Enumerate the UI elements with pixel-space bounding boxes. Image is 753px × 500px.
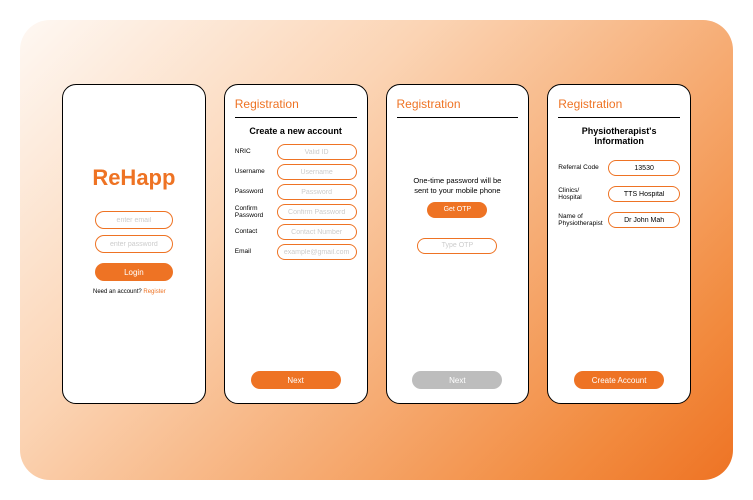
need-account-text: Need an account? Register: [93, 289, 166, 295]
field-row-clinic: Clinics/ Hospital: [558, 186, 680, 202]
create-account-button[interactable]: Create Account: [574, 371, 664, 389]
field-row-username: Username: [235, 164, 357, 180]
field-row-contact: Contact: [235, 224, 357, 240]
page-subheading: Physiotherapist's Information: [558, 126, 680, 146]
field-row-physio: Name of Physiotherapist: [558, 212, 680, 228]
screen-registration-3: Registration Physiotherapist's Informati…: [547, 84, 691, 404]
page-heading: Registration: [558, 97, 680, 118]
reg-email-input[interactable]: [277, 244, 357, 260]
register-link[interactable]: Register: [143, 289, 165, 295]
label-physio: Name of Physiotherapist: [558, 213, 604, 227]
field-row-confirm: Confirm Password: [235, 204, 357, 220]
label-password: Password: [235, 188, 273, 195]
field-row-password: Password: [235, 184, 357, 200]
app-title: ReHapp: [92, 165, 175, 191]
otp-info-text: One-time password will be sent to your m…: [397, 176, 519, 196]
label-referral: Referral Code: [558, 164, 604, 171]
label-username: Username: [235, 168, 273, 175]
otp-input[interactable]: [417, 238, 497, 254]
page-subheading: Create a new account: [235, 126, 357, 136]
page-heading: Registration: [397, 97, 519, 118]
username-input[interactable]: [277, 164, 357, 180]
label-clinic: Clinics/ Hospital: [558, 187, 604, 201]
screen-registration-2: Registration One-time password will be s…: [386, 84, 530, 404]
reg-password-input[interactable]: [277, 184, 357, 200]
physio-name-input[interactable]: [608, 212, 680, 228]
login-button[interactable]: Login: [95, 263, 173, 281]
page-heading: Registration: [235, 97, 357, 118]
label-confirm: Confirm Password: [235, 205, 273, 219]
password-input[interactable]: [95, 235, 173, 253]
clinic-input[interactable]: [608, 186, 680, 202]
referral-input[interactable]: [608, 160, 680, 176]
confirm-password-input[interactable]: [277, 204, 357, 220]
next-button-disabled: Next: [412, 371, 502, 389]
get-otp-button[interactable]: Get OTP: [427, 202, 487, 218]
mockup-canvas: ReHapp Login Need an account? Register R…: [20, 20, 733, 480]
field-row-nric: NRIC: [235, 144, 357, 160]
field-row-referral: Referral Code: [558, 160, 680, 176]
contact-input[interactable]: [277, 224, 357, 240]
next-button[interactable]: Next: [251, 371, 341, 389]
nric-input[interactable]: [277, 144, 357, 160]
email-input[interactable]: [95, 211, 173, 229]
field-row-email: Email: [235, 244, 357, 260]
label-email: Email: [235, 248, 273, 255]
screen-registration-1: Registration Create a new account NRIC U…: [224, 84, 368, 404]
label-contact: Contact: [235, 228, 273, 235]
label-nric: NRIC: [235, 148, 273, 155]
phones-row: ReHapp Login Need an account? Register R…: [20, 20, 733, 404]
screen-login: ReHapp Login Need an account? Register: [62, 84, 206, 404]
